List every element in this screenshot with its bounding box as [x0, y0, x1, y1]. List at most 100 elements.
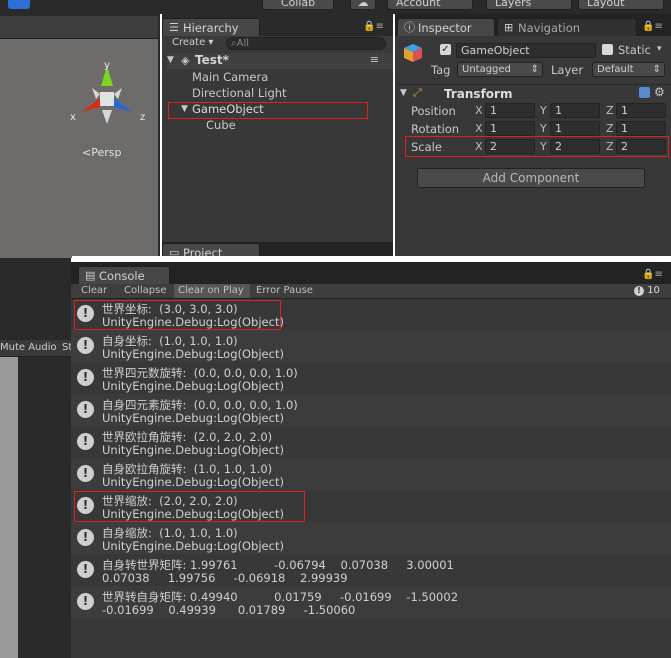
cloud-button[interactable]: ☁ [350, 0, 376, 10]
gizmo-x-cone [82, 98, 103, 112]
collapse-button[interactable]: Collapse [124, 284, 167, 298]
highlight-world-position [74, 300, 281, 330]
console-entry[interactable]: ! 世界转自身矩阵: 0.49940 0.01759 -0.01699 -1.5… [71, 586, 671, 618]
console-lock-icon[interactable]: 🔒≡ [642, 269, 663, 280]
log-stacktrace: UnityEngine.Debug:Log(Object) [102, 475, 284, 489]
active-checkbox[interactable]: ✓ [440, 44, 451, 55]
info-icon: ! [77, 337, 94, 354]
expand-arrow-icon: ▼ [167, 55, 174, 65]
position-y-label[interactable]: Y [540, 104, 547, 117]
gizmo-z-label: z [140, 112, 146, 123]
collab-button[interactable]: Collab [262, 0, 334, 10]
tab-hierarchy[interactable]: ☰ Hierarchy [162, 18, 260, 36]
console-entry[interactable]: ! 自身坐标: (1.0, 1.0, 1.0) UnityEngine.Debu… [71, 330, 671, 362]
hierarchy-item-cube[interactable]: Cube [206, 118, 236, 132]
updown-icon: ⇕ [652, 64, 661, 75]
rotation-y-label[interactable]: Y [540, 122, 547, 135]
info-icon: ! [77, 465, 94, 482]
clear-on-play-button[interactable]: Clear on Play [174, 284, 250, 298]
tab-console[interactable]: ▤ Console [78, 266, 170, 284]
mute-audio-button[interactable]: Mute Audio [0, 342, 57, 353]
info-icon: ⓘ [404, 21, 415, 34]
persp-label[interactable]: <Persp [82, 146, 121, 159]
account-button[interactable]: Account [387, 0, 473, 10]
play-icon[interactable] [8, 0, 30, 9]
tag-dropdown[interactable]: Untagged ⇕ [457, 62, 543, 77]
log-stacktrace: UnityEngine.Debug:Log(Object) [102, 347, 284, 361]
console-entry[interactable]: ! 自身欧拉角旋转: (1.0, 1.0, 1.0) UnityEngine.D… [71, 458, 671, 490]
scene-name: Test* [195, 53, 229, 67]
rotation-x-label[interactable]: X [475, 122, 483, 135]
list-icon: ☰ [169, 21, 179, 34]
gizmo-x-label: x [70, 112, 76, 123]
hierarchy-item-directional-light[interactable]: Directional Light [192, 86, 287, 100]
updown-icon: ⇕ [530, 64, 539, 75]
gizmo-center [100, 92, 114, 106]
hierarchy-search-input[interactable]: ⌕All [226, 37, 386, 50]
highlight-gameobject [168, 102, 368, 119]
inspector-lock-icon[interactable]: 🔒≡ [642, 21, 663, 32]
hierarchy-lock-icon[interactable]: 🔒≡ [363, 21, 384, 32]
rotation-y-input[interactable]: 1 [550, 121, 600, 136]
static-dropdown-icon[interactable]: ▾ [657, 44, 662, 54]
cloud-icon: ☁ [357, 0, 369, 9]
error-pause-button[interactable]: Error Pause [256, 284, 313, 298]
highlight-scale [405, 136, 669, 157]
layers-button[interactable]: Layers [486, 0, 572, 10]
transform-header[interactable]: ▼ ⤢ Transform ⚙ [397, 84, 671, 103]
gizmo-neg-x [114, 88, 122, 99]
add-component-button[interactable]: Add Component [417, 168, 645, 188]
gear-icon[interactable]: ⚙ [654, 85, 665, 99]
info-icon: ! [77, 369, 94, 386]
position-y-input[interactable]: 1 [550, 103, 600, 118]
clear-button[interactable]: Clear [81, 284, 107, 298]
log-stacktrace: 0.07038 1.99756 -0.06918 2.99939 [102, 571, 348, 585]
help-icon[interactable] [639, 87, 650, 98]
info-icon: ! [77, 401, 94, 418]
persp-icon: < [82, 146, 92, 159]
rotation-label: Rotation [411, 122, 460, 136]
navigation-icon: ⊞ [504, 21, 514, 34]
rotation-z-label[interactable]: Z [606, 122, 614, 135]
layout-button[interactable]: Layout [578, 0, 664, 10]
position-label: Position [411, 104, 456, 118]
gizmo-y-label: y [104, 60, 110, 71]
log-count-badge[interactable]: ! 10 [634, 285, 660, 296]
position-z-label[interactable]: Z [606, 104, 614, 117]
console-entry[interactable]: ! 自身四元素旋转: (0.0, 0.0, 0.0, 1.0) UnityEng… [71, 394, 671, 426]
info-icon: ! [77, 529, 94, 546]
highlight-world-scale [74, 491, 305, 522]
game-viewport[interactable] [0, 357, 18, 658]
layer-dropdown[interactable]: Default ⇕ [592, 62, 665, 77]
gameobject-cube-icon [404, 44, 422, 62]
rotation-z-input[interactable]: 1 [616, 121, 666, 136]
scene-tabstrip [0, 16, 158, 39]
create-button[interactable]: Create ▾ [172, 37, 213, 48]
static-checkbox[interactable] [602, 44, 613, 55]
tag-label: Tag [431, 63, 451, 77]
unity-scene-icon: ◈ [181, 54, 190, 67]
layer-label: Layer [551, 63, 584, 77]
tab-navigation[interactable]: ⊞ Navigation [497, 18, 637, 36]
info-icon: ! [77, 593, 94, 610]
static-label: Static [618, 43, 651, 57]
info-icon: ! [77, 561, 94, 578]
console-entry[interactable]: ! 世界欧拉角旋转: (2.0, 2.0, 2.0) UnityEngine.D… [71, 426, 671, 458]
console-icon: ▤ [85, 269, 96, 282]
scene-gizmo[interactable] [70, 58, 150, 138]
position-x-label[interactable]: X [475, 104, 483, 117]
position-x-input[interactable]: 1 [485, 103, 535, 118]
gizmo-neg-y [102, 110, 112, 124]
console-entry[interactable]: ! 自身转世界矩阵: 1.99761 -0.06794 0.07038 3.00… [71, 554, 671, 586]
hierarchy-item-main-camera[interactable]: Main Camera [192, 70, 268, 84]
log-stacktrace: UnityEngine.Debug:Log(Object) [102, 443, 284, 457]
scene-menu-icon[interactable]: ≡ [370, 53, 379, 66]
scene-header[interactable]: ▼ ◈ Test* ≡ [167, 53, 393, 69]
object-name-input[interactable]: GameObject [456, 43, 596, 58]
transform-icon: ⤢ [413, 86, 422, 99]
tab-inspector[interactable]: ⓘ Inspector [397, 18, 495, 36]
position-z-input[interactable]: 1 [616, 103, 666, 118]
console-entry[interactable]: ! 世界四元数旋转: (0.0, 0.0, 0.0, 1.0) UnityEng… [71, 362, 671, 394]
console-entry[interactable]: ! 自身缩放: (1.0, 1.0, 1.0) UnityEngine.Debu… [71, 522, 671, 554]
rotation-x-input[interactable]: 1 [485, 121, 535, 136]
